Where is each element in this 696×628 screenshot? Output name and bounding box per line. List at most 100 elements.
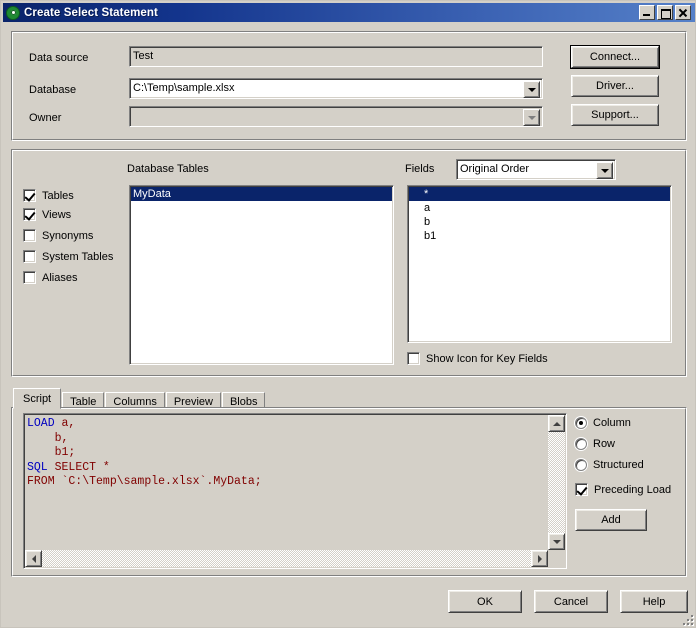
preceding-load-label: Preceding Load <box>594 483 672 496</box>
script-editor[interactable]: LOAD a, b, b1; SQL SELECT * FROM `C:\Tem… <box>23 413 567 569</box>
scroll-right-button[interactable] <box>531 550 548 567</box>
fields-list[interactable]: * a b b1 <box>407 185 672 343</box>
triangle-right-icon <box>537 554 542 563</box>
filter-checkbox-views[interactable]: Views <box>23 208 71 221</box>
ok-button[interactable]: OK <box>448 590 522 613</box>
add-button-label: Add <box>601 514 621 526</box>
chevron-down-icon[interactable] <box>596 162 613 179</box>
field-list-item[interactable]: * <box>409 187 670 201</box>
scroll-down-button[interactable] <box>548 533 565 550</box>
editor-horizontal-scrollbar[interactable] <box>25 550 548 567</box>
filter-label: Tables <box>42 189 74 202</box>
filter-label: System Tables <box>42 250 114 263</box>
database-tables-list[interactable]: MyData <box>129 185 394 365</box>
owner-combobox[interactable] <box>129 106 543 127</box>
database-combobox[interactable]: C:\Temp\sample.xlsx <box>129 78 543 99</box>
script-keyword: SQL <box>27 460 48 474</box>
help-button-label: Help <box>642 595 666 608</box>
checkbox-icon <box>23 229 36 242</box>
preceding-load-checkbox[interactable]: Preceding Load <box>575 483 671 496</box>
connect-button[interactable]: Connect... <box>570 45 660 69</box>
database-label: Database <box>29 84 77 96</box>
maximize-icon <box>658 6 672 19</box>
add-button[interactable]: Add <box>575 509 647 531</box>
table-list-item[interactable]: MyData <box>131 187 392 201</box>
resize-grip[interactable] <box>679 611 693 625</box>
script-keyword: LOAD <box>27 417 55 430</box>
filter-label: Views <box>42 208 72 221</box>
field-list-item[interactable]: b <box>409 215 670 229</box>
owner-label: Owner <box>29 112 62 124</box>
driver-button[interactable]: Driver... <box>571 75 659 97</box>
script-line-rest: SELECT * <box>47 460 110 474</box>
script-line-rest: b1; <box>27 446 76 459</box>
radio-row[interactable]: Row <box>575 438 615 450</box>
filter-label: Synonyms <box>42 229 94 242</box>
tab-script[interactable]: Script <box>13 388 62 409</box>
triangle-left-icon <box>31 554 36 563</box>
minimize-button[interactable] <box>639 5 655 20</box>
create-select-statement-dialog: Create Select Statement Data source Test… <box>0 0 696 628</box>
title-bar[interactable]: Create Select Statement <box>3 3 695 22</box>
filter-checkbox-synonyms[interactable]: Synonyms <box>23 229 93 242</box>
fields-label: Fields <box>405 163 435 175</box>
fields-order-value: Original Order <box>460 163 530 175</box>
radio-column[interactable]: Column <box>575 417 631 429</box>
radio-structured[interactable]: Structured <box>575 459 644 471</box>
close-icon <box>676 6 690 19</box>
minimize-icon <box>640 6 654 19</box>
data-source-label: Data source <box>29 52 89 64</box>
checkbox-icon <box>23 250 36 263</box>
window-controls <box>639 5 691 20</box>
filter-checkbox-system-tables[interactable]: System Tables <box>23 250 113 263</box>
tab-label: Script <box>23 393 52 405</box>
script-line-rest: FROM `C:\Temp\sample.xlsx`.MyData; <box>27 475 262 488</box>
radio-icon <box>575 417 587 429</box>
driver-button-label: Driver... <box>596 80 634 92</box>
help-button[interactable]: Help <box>620 590 688 613</box>
close-button[interactable] <box>675 5 691 20</box>
script-text: LOAD a, b, b1; SQL SELECT * FROM `C:\Tem… <box>27 417 262 490</box>
fields-order-combobox[interactable]: Original Order <box>456 159 616 180</box>
data-source-field[interactable]: Test <box>129 46 543 67</box>
scroll-up-button[interactable] <box>548 415 565 432</box>
window-title: Create Select Statement <box>24 6 158 19</box>
filter-label: Aliases <box>42 271 78 284</box>
ok-button-label: OK <box>477 595 493 608</box>
filter-checkbox-tables[interactable]: Tables <box>23 189 74 202</box>
tab-strip: Script Table Columns Preview Blobs <box>13 386 266 411</box>
triangle-up-icon <box>552 421 561 426</box>
script-line-rest: a, <box>54 417 76 430</box>
scroll-left-button[interactable] <box>25 550 42 567</box>
show-icon-key-fields-checkbox[interactable]: Show Icon for Key Fields <box>407 352 548 365</box>
chevron-down-icon[interactable] <box>523 81 540 98</box>
radio-label: Column <box>593 417 631 429</box>
maximize-button[interactable] <box>657 5 673 20</box>
show-icon-key-fields-label: Show Icon for Key Fields <box>426 352 548 365</box>
radio-label: Structured <box>593 459 644 471</box>
checkbox-icon <box>407 352 420 365</box>
triangle-down-icon <box>552 539 561 544</box>
support-button[interactable]: Support... <box>571 104 659 126</box>
scrollbar-corner <box>548 550 565 567</box>
app-logo-icon <box>6 5 20 20</box>
cancel-button-label: Cancel <box>553 595 589 608</box>
filter-checkbox-aliases[interactable]: Aliases <box>23 271 77 284</box>
database-tables-header: Database Tables <box>127 163 209 175</box>
editor-vertical-scrollbar[interactable] <box>548 415 565 550</box>
database-value: C:\Temp\sample.xlsx <box>133 82 235 94</box>
script-line-rest: b, <box>27 431 69 445</box>
chevron-down-icon[interactable] <box>523 109 540 126</box>
radio-icon <box>575 438 587 450</box>
support-button-label: Support... <box>591 109 639 121</box>
radio-label: Row <box>593 438 616 450</box>
radio-icon <box>575 459 587 471</box>
checkbox-icon <box>23 189 36 202</box>
connect-button-label: Connect... <box>589 51 641 63</box>
field-list-item[interactable]: b1 <box>409 229 670 243</box>
checkbox-icon <box>23 271 36 284</box>
cancel-button[interactable]: Cancel <box>534 590 608 613</box>
field-list-item[interactable]: a <box>409 201 670 215</box>
checkbox-icon <box>575 483 588 496</box>
data-source-value: Test <box>133 50 154 62</box>
